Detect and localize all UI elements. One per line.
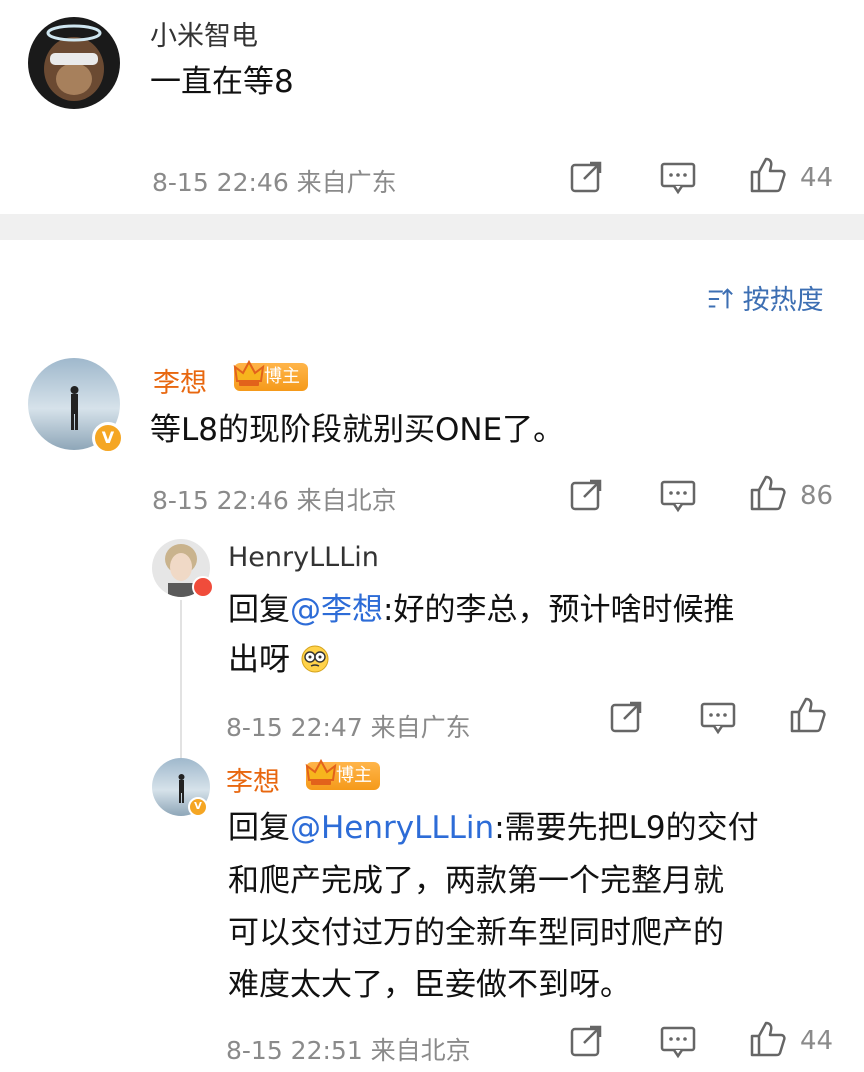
like-icon [750,475,786,511]
comment-text: 等L8的现阶段就别买ONE了。 [150,412,565,448]
verified-icon: V [188,797,208,817]
like-icon [750,1021,786,1057]
reply-meta: 8-15 22:47 来自广东 [226,713,471,742]
share-button[interactable] [566,157,606,197]
reply-text: 出呀 [228,634,330,686]
comment-icon [660,1026,696,1059]
reply-prefix: 回复 [228,592,290,628]
comment-icon [660,480,696,513]
sort-button[interactable]: 按热度 [706,278,824,317]
comment-icon [700,702,736,735]
section-divider [0,214,864,240]
reply-text-line: 出呀 [228,642,290,678]
share-button[interactable] [606,697,646,737]
avatar[interactable] [28,17,120,109]
comment-username[interactable]: 李想 [153,361,207,400]
verified-icon: V [92,422,124,454]
like-count: 44 [800,163,834,193]
reply-username[interactable]: 李想 [226,760,280,799]
reply-text: 回复@李想:好的李总，预计啥时候推 [228,584,734,636]
comment-button[interactable] [658,157,698,197]
reply-text: 和爬产完成了，两款第一个完整月就 [228,863,724,899]
mention-link[interactable]: @HenryLLLin [290,810,494,846]
reply-text: 难度太大了，臣妾做不到呀。 [228,967,631,1003]
mention-link[interactable]: @李想 [290,592,383,628]
sort-label: 按热度 [742,285,824,316]
share-icon [570,479,602,511]
comment-page: 小米智电 一直在等8 8-15 22:46 来自广东 44 按热度 V 李想 博… [0,0,864,1072]
like-button[interactable] [748,155,788,195]
sort-icon [708,288,733,309]
blogger-badge: 博主 [305,758,380,790]
reply-prefix: 回复 [228,810,290,846]
share-icon [610,701,642,733]
reply-text: 回复@HenryLLLin:需要先把L9的交付 [228,802,759,854]
verified-icon [192,576,214,598]
like-icon [790,697,826,733]
comment-icon [660,162,696,195]
share-button[interactable] [566,475,606,515]
like-button[interactable] [748,1019,788,1059]
comment-meta: 8-15 22:46 来自广东 [152,168,397,197]
comment-button[interactable] [698,697,738,737]
blogger-badge: 博主 [233,359,308,391]
badge-label: 博主 [336,765,372,786]
comment-text: 一直在等8 [150,64,294,100]
comment-button[interactable] [658,475,698,515]
like-button[interactable] [748,473,788,513]
like-button[interactable] [788,695,828,735]
reply-text-line: :需要先把L9的交付 [494,810,759,846]
reply-username[interactable]: HenryLLLin [228,542,379,573]
share-icon [570,161,602,193]
comment-meta: 8-15 22:46 来自北京 [152,486,397,515]
reply-text: 可以交付过万的全新车型同时爬产的 [228,915,724,951]
emoji-icon [301,645,329,673]
crown-icon [305,758,337,785]
like-icon [750,157,786,193]
reply-text-line: :好的李总，预计啥时候推 [383,592,735,628]
badge-label: 博主 [264,366,300,387]
like-count: 44 [800,1026,834,1056]
crown-icon [233,359,265,386]
share-icon [570,1025,602,1057]
share-button[interactable] [566,1021,606,1061]
reply-meta: 8-15 22:51 来自北京 [226,1036,471,1065]
thread-line [180,600,182,760]
comment-username[interactable]: 小米智电 [150,14,258,53]
comment-button[interactable] [658,1021,698,1061]
like-count: 86 [800,481,834,511]
